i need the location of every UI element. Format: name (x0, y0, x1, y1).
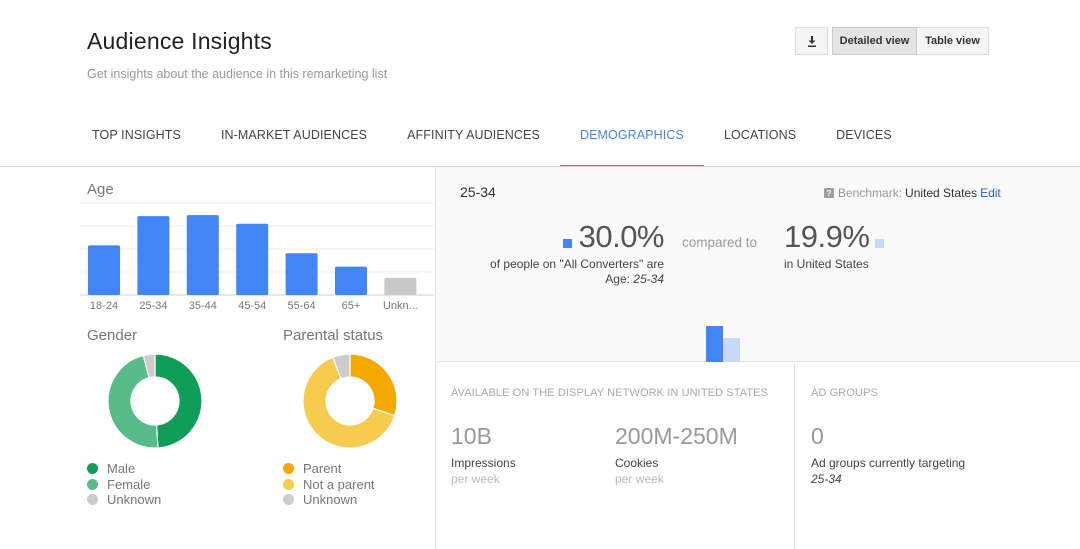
impressions-value: 10B (451, 423, 492, 449)
page-header: Audience Insights Get insights about the… (0, 0, 1080, 168)
download-icon (807, 35, 816, 47)
benchmark-info: ? Benchmark: United States Edit (824, 186, 1001, 200)
age-tick-label: Unkn... (383, 300, 418, 312)
reach-caption: AVAILABLE ON THE DISPLAY NETWORK IN UNIT… (451, 387, 769, 399)
comparison-bar-primary (706, 326, 723, 362)
age-tick-label: 18-24 (90, 300, 118, 312)
tab-affinity-audiences[interactable]: AFFINITY AUDIENCES (387, 115, 560, 167)
age-bar-1824[interactable] (88, 245, 120, 295)
primary-percentage: 30.0% (578, 219, 665, 254)
cookies-label: Cookies (615, 456, 659, 470)
table-view-button[interactable]: Table view (917, 27, 989, 55)
page-title: Audience Insights (87, 28, 272, 54)
benchmark-label: Benchmark: (838, 186, 903, 200)
gender-donut-chart (107, 353, 203, 449)
legend-label: Not a parent (303, 476, 375, 492)
impressions-label: Impressions (451, 456, 516, 470)
help-icon[interactable]: ? (824, 188, 834, 198)
benchmark-percentage: 19.9% (784, 219, 870, 254)
primary-series-swatch (563, 239, 572, 248)
legend-swatch (87, 463, 98, 475)
cookies-period: per week (615, 472, 664, 486)
donut-slice-male[interactable] (154, 353, 203, 449)
age-bar-chart: 18-24 25-34 35-44 45-54 55-64 65+ Unkn... (80, 202, 434, 312)
comparison-mini-chart (706, 326, 740, 362)
legend-label: Unknown (107, 492, 162, 507)
gender-legend: Male Female Unknown (87, 461, 161, 508)
legend-swatch (283, 494, 294, 506)
legend-item-unknown[interactable]: Unknown (87, 492, 161, 508)
tab-locations[interactable]: LOCATIONS (704, 115, 816, 167)
age-tick-label: 25-34 (139, 300, 167, 312)
primary-description: of people on "All Converters" are Age: 2… (457, 257, 664, 287)
age-bar-5564[interactable] (285, 253, 318, 295)
page-subtitle: Get insights about the audience in this … (87, 67, 388, 81)
age-tick-label: 65+ (342, 300, 361, 312)
legend-label: Parent (303, 461, 342, 476)
age-prefix: Age: (605, 272, 634, 286)
age-value: 25-34 (633, 272, 664, 286)
benchmark-edit-link[interactable]: Edit (980, 186, 1001, 200)
legend-swatch (87, 494, 98, 506)
tab-demographics[interactable]: DEMOGRAPHICS (559, 115, 704, 168)
age-bar-unkn[interactable] (384, 277, 417, 295)
legend-swatch (87, 478, 98, 490)
tab-devices[interactable]: DEVICES (816, 115, 912, 167)
parental-status-donut-chart (302, 353, 398, 449)
benchmark-series-swatch (875, 239, 884, 248)
primary-description-age: Age: 25-34 (457, 272, 664, 287)
ad-groups-caption: AD GROUPS (811, 387, 878, 399)
comparison-bar-benchmark (723, 338, 740, 362)
age-chart-title: Age (87, 181, 114, 198)
selected-segment-label: 25-34 (460, 184, 496, 200)
ad-groups-panel: AD GROUPS 0 Ad groups currently targetin… (796, 363, 1080, 549)
benchmark-description: in United States (784, 257, 869, 271)
legend-item-not-a-parent[interactable]: Not a parent (283, 477, 375, 493)
view-toolbar: Detailed view Table view (795, 27, 989, 55)
legend-swatch (283, 478, 294, 490)
age-tick-label: 45-54 (238, 300, 266, 312)
legend-label: Female (107, 476, 151, 492)
age-bar-3544[interactable] (186, 215, 219, 295)
demographics-charts-panel: Age 18-24 25-34 35-44 45-54 55-64 65+ Unkn... … (0, 167, 436, 549)
ad-groups-label: Ad groups currently targeting (811, 456, 966, 470)
legend-item-male[interactable]: Male (87, 461, 161, 477)
parental-status-legend: Parent Not a parent Unknown (283, 461, 375, 508)
detailed-view-button[interactable]: Detailed view (832, 27, 917, 55)
legend-label: Male (107, 461, 136, 476)
tab-top-insights[interactable]: TOP INSIGHTS (72, 115, 201, 167)
download-button[interactable] (795, 27, 828, 55)
legend-item-unknown[interactable]: Unknown (283, 492, 375, 508)
tab-bar: TOP INSIGHTS IN-MARKET AUDIENCES AFFINIT… (72, 115, 912, 168)
ad-groups-count: 0 (811, 423, 824, 449)
segment-detail-panel: 25-34 ? Benchmark: United States Edit 30… (437, 167, 1080, 362)
age-bar-4554[interactable] (236, 223, 269, 295)
primary-description-line: of people on "All Converters" are (490, 257, 664, 271)
gender-chart-title: Gender (87, 327, 138, 344)
age-bar-65[interactable] (335, 266, 367, 295)
legend-item-parent[interactable]: Parent (283, 461, 375, 477)
benchmark-value: United States (905, 186, 978, 200)
age-bar-2534[interactable] (137, 216, 170, 295)
donut-slice-parent[interactable] (349, 353, 398, 417)
legend-label: Unknown (303, 492, 358, 507)
legend-swatch (283, 463, 294, 475)
display-network-reach-panel: AVAILABLE ON THE DISPLAY NETWORK IN UNIT… (437, 363, 795, 549)
legend-item-female[interactable]: Female (87, 477, 161, 493)
age-tick-label: 35-44 (189, 300, 217, 312)
age-tick-label: 55-64 (288, 300, 316, 312)
cookies-value: 200M-250M (615, 423, 738, 449)
ad-groups-segment: 25-34 (811, 472, 842, 486)
compared-to-label: compared to (682, 235, 758, 250)
impressions-period: per week (451, 472, 500, 486)
parental-status-chart-title: Parental status (283, 327, 384, 344)
tab-in-market-audiences[interactable]: IN-MARKET AUDIENCES (201, 115, 387, 167)
